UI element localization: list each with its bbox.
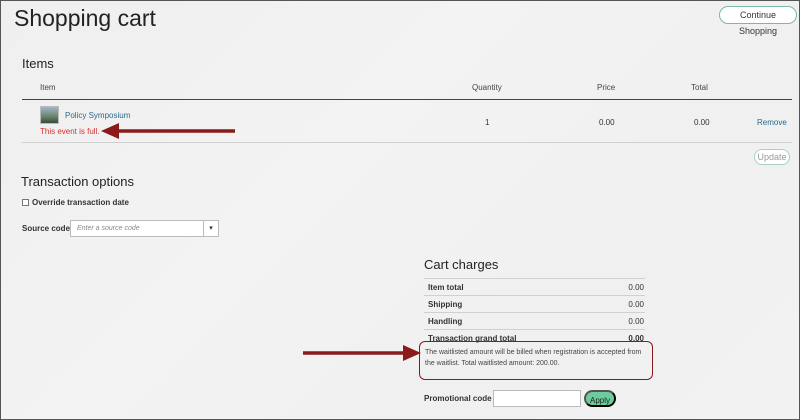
page-frame: Shopping cart Continue Shopping Items It… [0, 0, 800, 420]
remove-item-link[interactable]: Remove [757, 118, 787, 127]
table-header-divider [22, 99, 792, 100]
transaction-options-heading: Transaction options [21, 174, 134, 189]
cart-charges-heading: Cart charges [424, 257, 499, 272]
update-button[interactable]: Update [754, 149, 790, 165]
charge-row-handling: Handling 0.00 [424, 312, 645, 329]
annotation-arrow-icon [303, 345, 421, 361]
promo-code-input[interactable] [493, 390, 581, 407]
charge-value: 0.00 [628, 283, 644, 292]
promo-code-label: Promotional code [424, 394, 492, 403]
item-price: 0.00 [599, 118, 615, 127]
event-thumbnail [40, 106, 59, 124]
annotation-arrow-icon [101, 123, 235, 139]
item-link-policy-symposium[interactable]: Policy Symposium [65, 111, 130, 120]
charge-row-shipping: Shipping 0.00 [424, 295, 645, 312]
continue-shopping-button[interactable]: Continue Shopping [719, 6, 797, 36]
table-row-divider [22, 142, 792, 143]
source-code-input[interactable]: Enter a source code [70, 220, 204, 237]
column-header-price: Price [597, 83, 616, 92]
apply-button[interactable]: Apply [584, 390, 616, 407]
item-total: 0.00 [694, 118, 710, 127]
charge-label: Shipping [428, 300, 463, 309]
column-header-quantity: Quantity [472, 83, 502, 92]
override-date-label: Override transaction date [32, 198, 129, 207]
override-date-checkbox[interactable] [22, 199, 29, 206]
charge-value: 0.00 [628, 300, 644, 309]
charge-value: 0.00 [628, 317, 644, 326]
column-header-item: Item [40, 83, 56, 92]
waitlist-note: The waitlisted amount will be billed whe… [425, 349, 642, 367]
column-header-total: Total [691, 83, 708, 92]
charge-row-item-total: Item total 0.00 [424, 278, 645, 295]
charge-label: Item total [428, 283, 464, 292]
source-code-label: Source code [22, 224, 71, 233]
charge-label: Handling [428, 317, 463, 326]
page-title: Shopping cart [14, 5, 156, 31]
item-quantity: 1 [485, 118, 490, 127]
event-full-message: This event is full. [40, 127, 100, 136]
caret-down-icon[interactable]: ▾ [203, 220, 219, 237]
items-heading: Items [22, 56, 54, 71]
